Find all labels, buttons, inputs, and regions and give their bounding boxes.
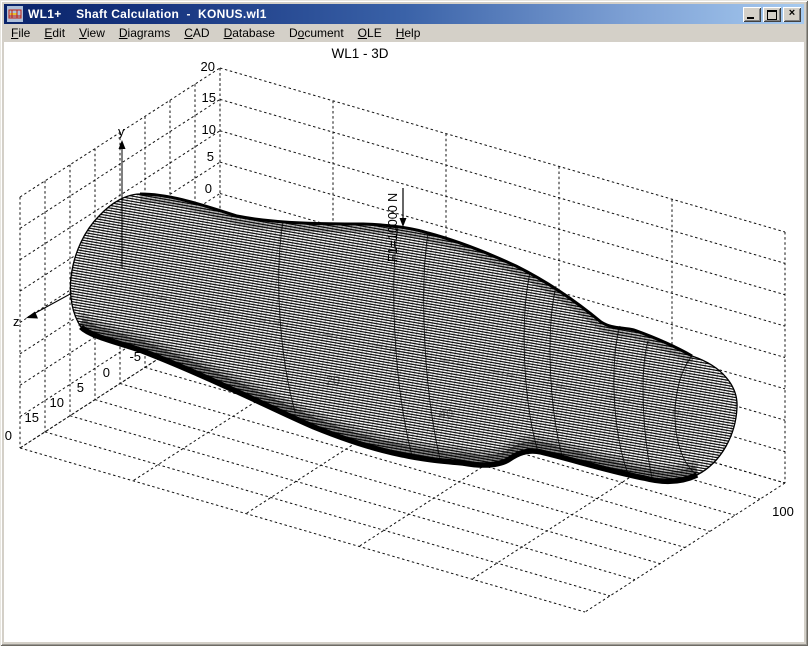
- x-axis-tick-label: 100: [772, 504, 794, 519]
- y-axis-letter: y: [118, 124, 125, 139]
- menu-item-help[interactable]: Help: [389, 25, 428, 42]
- y-axis-tick-label: 15: [202, 90, 216, 105]
- y-axis-tick-label: 0: [205, 181, 212, 196]
- minimize-button[interactable]: [743, 7, 761, 22]
- x-axis-tick-label: 20: [326, 373, 340, 388]
- close-button[interactable]: ×: [783, 7, 801, 22]
- menu-item-ole[interactable]: OLE: [351, 25, 389, 42]
- shaft-3d-plot: 20151050-505101520 2040100 y: [4, 42, 804, 642]
- y-axis-tick-label: 5: [207, 149, 214, 164]
- minimize-icon: [747, 17, 754, 19]
- menu-item-cad[interactable]: CAD: [177, 25, 216, 42]
- y-axis-tick-label: 10: [202, 122, 216, 137]
- grid-line: [220, 68, 785, 232]
- app-icon-accent: [10, 13, 17, 15]
- maximize-icon: [767, 10, 777, 20]
- menu-item-document[interactable]: Document: [282, 25, 351, 42]
- z-axis-tick-label: 5: [77, 380, 84, 395]
- app-icon[interactable]: [7, 6, 23, 22]
- window-controls: ×: [743, 7, 801, 22]
- close-icon: ×: [789, 7, 795, 19]
- z-axis-tick-label: 0: [103, 365, 110, 380]
- x-axis-tick-label: 40: [439, 406, 453, 421]
- menu-bar: FileEditViewDiagramsCADDatabaseDocumentO…: [4, 24, 804, 43]
- maximize-button[interactable]: [763, 7, 781, 22]
- plot-title: WL1 - 3D: [331, 46, 388, 61]
- menu-item-file[interactable]: File: [4, 25, 37, 42]
- grid-line: [585, 483, 785, 612]
- grid-line: [20, 448, 585, 612]
- z-axis-tick-label: 20: [4, 428, 12, 443]
- grid-line: [45, 432, 610, 596]
- application-window: { "window": { "app_name": "WL1+", "title…: [0, 0, 808, 646]
- z-axis-tick-label: 10: [50, 395, 64, 410]
- titlebar[interactable]: WL1+ Shaft Calculation - KONUS.wl1 ×: [4, 4, 804, 24]
- force-label: F1=10000 N: [386, 193, 400, 262]
- menu-item-diagrams[interactable]: Diagrams: [112, 25, 177, 42]
- plot-client-area: 20151050-505101520 2040100 y: [4, 42, 804, 642]
- z-axis-tick-label: 15: [25, 410, 39, 425]
- menu-item-database[interactable]: Database: [217, 25, 282, 42]
- z-axis-letter: z: [13, 314, 20, 329]
- shaft-mesh: [70, 194, 737, 481]
- y-axis-tick-label: 20: [201, 59, 215, 74]
- menu-item-edit[interactable]: Edit: [37, 25, 72, 42]
- menu-item-view[interactable]: View: [72, 25, 112, 42]
- window-title: WL1+ Shaft Calculation - KONUS.wl1: [28, 7, 267, 21]
